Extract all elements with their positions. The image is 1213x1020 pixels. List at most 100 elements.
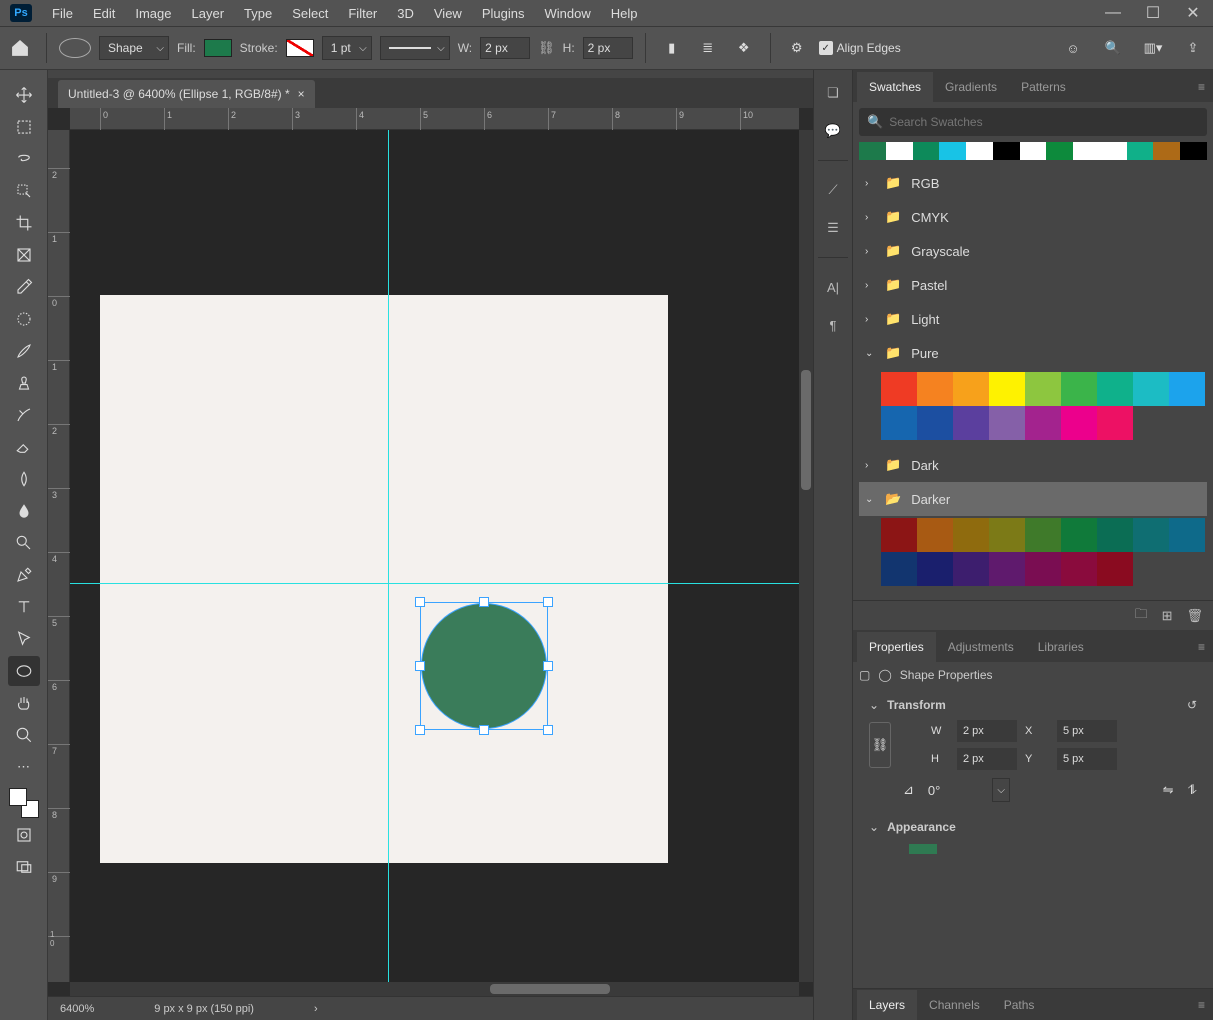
swatch[interactable] <box>917 552 953 586</box>
document-tab[interactable]: Untitled-3 @ 6400% (Ellipse 1, RGB/8#) *… <box>58 80 315 108</box>
swatch[interactable] <box>966 142 993 160</box>
ruler-horizontal[interactable]: 0 1 2 3 4 5 6 7 8 9 10 <box>70 108 799 130</box>
swatch[interactable] <box>1133 518 1169 552</box>
blur-tool[interactable] <box>8 496 40 526</box>
swatch[interactable] <box>1097 518 1133 552</box>
swatch[interactable] <box>1100 142 1127 160</box>
status-dims[interactable]: 9 px x 9 px (150 ppi) <box>154 1003 254 1015</box>
swatch[interactable] <box>1025 552 1061 586</box>
rotation-input[interactable]: 0° <box>928 783 978 798</box>
quickmask-tool[interactable] <box>8 820 40 850</box>
panel-menu-icon[interactable]: ≡ <box>1186 990 1213 1020</box>
lasso-tool[interactable] <box>8 144 40 174</box>
swatch[interactable] <box>953 372 989 406</box>
home-icon[interactable] <box>6 34 34 62</box>
brush-tool[interactable] <box>8 336 40 366</box>
tab-properties[interactable]: Properties <box>857 632 936 662</box>
close-tab-icon[interactable]: × <box>298 87 305 101</box>
new-group-icon[interactable]: 🗀 <box>1135 605 1148 627</box>
cloud-user-icon[interactable]: ☺ <box>1059 34 1087 62</box>
scrollbar-vertical[interactable] <box>799 130 813 982</box>
panel-icon-comments[interactable]: 💬 <box>822 120 844 142</box>
zoom-tool[interactable] <box>8 720 40 750</box>
guide-horizontal[interactable] <box>70 583 799 584</box>
marquee-tool[interactable] <box>8 112 40 142</box>
swatch[interactable] <box>913 142 940 160</box>
swatch-folder-pure[interactable]: ⌄📁 Pure <box>859 336 1207 370</box>
panel-menu-icon[interactable]: ≡ <box>1186 72 1213 102</box>
appearance-fill-swatch[interactable] <box>909 844 937 854</box>
swatch-folder[interactable]: ›📁 CMYK <box>859 200 1207 234</box>
swatch[interactable] <box>1061 552 1097 586</box>
type-tool[interactable] <box>8 592 40 622</box>
prop-w-input[interactable]: 2 px <box>957 720 1017 742</box>
link-wh-icon[interactable]: ⛓ <box>538 40 555 56</box>
swatch[interactable] <box>1127 142 1154 160</box>
gear-icon[interactable]: ⚙ <box>783 34 811 62</box>
new-swatch-icon[interactable]: ⊞ <box>1162 608 1173 624</box>
scrollbar-horizontal[interactable] <box>70 982 799 996</box>
prop-h-input[interactable]: 2 px <box>957 748 1017 770</box>
swatch[interactable] <box>989 518 1025 552</box>
status-zoom[interactable]: 6400% <box>60 1003 94 1015</box>
swatch[interactable] <box>1025 518 1061 552</box>
menu-type[interactable]: Type <box>234 2 282 25</box>
tab-adjustments[interactable]: Adjustments <box>936 632 1026 662</box>
swatch[interactable] <box>1046 142 1073 160</box>
swatch-folder[interactable]: ›📁 Grayscale <box>859 234 1207 268</box>
swatch[interactable] <box>881 372 917 406</box>
swatch[interactable] <box>886 142 913 160</box>
history-brush-tool[interactable] <box>8 400 40 430</box>
ellipse-shape-tool[interactable] <box>8 656 40 686</box>
swatch[interactable] <box>1061 372 1097 406</box>
move-tool[interactable] <box>8 80 40 110</box>
swatch[interactable] <box>1097 406 1133 440</box>
frame-tool[interactable] <box>8 240 40 270</box>
stroke-swatch[interactable] <box>286 39 314 57</box>
swatch[interactable] <box>881 552 917 586</box>
link-dimensions-icon[interactable]: ⛓ <box>869 722 891 768</box>
tab-gradients[interactable]: Gradients <box>933 72 1009 102</box>
path-select-tool[interactable] <box>8 624 40 654</box>
swatch[interactable] <box>939 142 966 160</box>
stamp-tool[interactable] <box>8 368 40 398</box>
align-edges-checkbox[interactable]: ✓Align Edges <box>819 41 901 55</box>
gradient-tool[interactable] <box>8 464 40 494</box>
dodge-tool[interactable] <box>8 528 40 558</box>
flip-h-icon[interactable]: ⇋ <box>1163 782 1174 798</box>
rotation-dropdown[interactable] <box>992 778 1010 802</box>
swatch[interactable] <box>1061 518 1097 552</box>
tab-libraries[interactable]: Libraries <box>1026 632 1096 662</box>
tab-swatches[interactable]: Swatches <box>857 72 933 102</box>
swatch[interactable] <box>1169 372 1205 406</box>
close-button[interactable]: ✕ <box>1173 0 1213 26</box>
swatch[interactable] <box>881 518 917 552</box>
heal-tool[interactable] <box>8 304 40 334</box>
swatch[interactable] <box>917 372 953 406</box>
panel-menu-icon[interactable]: ≡ <box>1186 632 1213 662</box>
share-icon[interactable]: ⇪ <box>1179 34 1207 62</box>
stroke-width-dropdown[interactable]: 1 pt <box>322 36 372 60</box>
pen-tool[interactable] <box>8 560 40 590</box>
menu-layer[interactable]: Layer <box>182 2 235 25</box>
menu-filter[interactable]: Filter <box>338 2 387 25</box>
fill-swatch[interactable] <box>204 39 232 57</box>
tab-patterns[interactable]: Patterns <box>1009 72 1078 102</box>
swatch-folder[interactable]: ›📁 RGB <box>859 166 1207 200</box>
prop-y-input[interactable]: 5 px <box>1057 748 1117 770</box>
menu-file[interactable]: File <box>42 2 83 25</box>
swatch[interactable] <box>1061 406 1097 440</box>
panel-icon-brushes[interactable]: ⟋ <box>822 179 844 201</box>
chevron-down-icon[interactable]: ⌄ <box>869 698 879 712</box>
swatch-folder-darker[interactable]: ⌄📂 Darker <box>859 482 1207 516</box>
tab-paths[interactable]: Paths <box>992 990 1047 1020</box>
swatch[interactable] <box>1097 372 1133 406</box>
color-chips[interactable] <box>9 788 39 818</box>
swatch-grid-darker[interactable] <box>859 516 1207 594</box>
more-tools-icon[interactable]: ⋯ <box>8 752 40 782</box>
panel-icon-paragraph[interactable]: ¶ <box>822 314 844 336</box>
reset-icon[interactable]: ↺ <box>1187 698 1197 712</box>
swatch[interactable] <box>1020 142 1047 160</box>
swatch[interactable] <box>989 372 1025 406</box>
canvas-viewport[interactable] <box>70 130 799 982</box>
